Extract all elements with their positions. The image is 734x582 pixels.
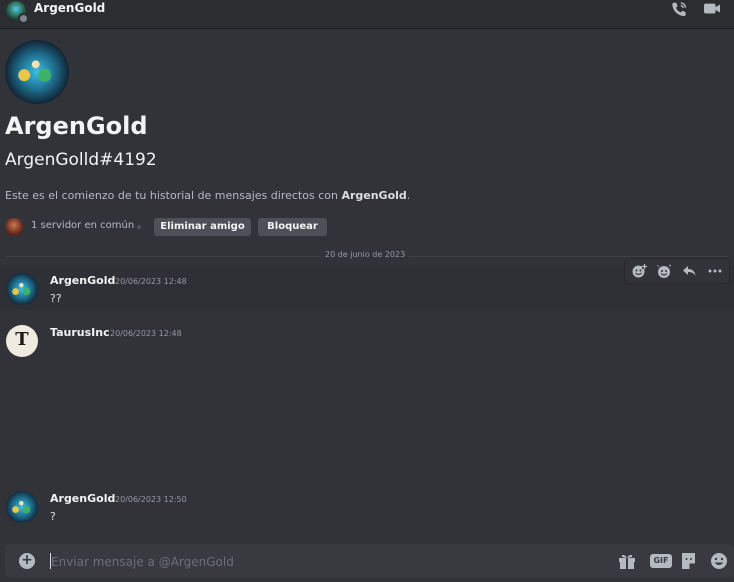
super-reaction-icon[interactable] — [656, 263, 672, 279]
video-call-icon[interactable] — [703, 1, 721, 17]
dm-header: ArgenGold — [0, 0, 734, 29]
sticker-icon[interactable] — [679, 552, 699, 570]
message-timestamp: 20/06/2023 12:50 — [115, 495, 187, 504]
add-attachment-icon[interactable]: + — [19, 553, 35, 569]
separator-dot — [137, 225, 141, 229]
voice-call-icon[interactable] — [670, 1, 688, 17]
gift-icon[interactable] — [617, 552, 637, 570]
reply-icon[interactable] — [681, 263, 697, 279]
message-text: ? — [50, 510, 56, 523]
block-button[interactable]: Bloquear — [258, 218, 327, 236]
date-divider-label: 20 de junio de 2023 — [321, 250, 410, 259]
dm-intro-username: ArgenGold — [341, 189, 407, 202]
dm-intro-suffix: . — [406, 189, 411, 202]
add-reaction-icon[interactable] — [631, 263, 647, 279]
offline-status-icon — [18, 13, 29, 24]
profile-actions-row: 1 servidor en común Eliminar amigo Bloqu… — [5, 217, 405, 237]
remove-friend-button[interactable]: Eliminar amigo — [154, 218, 251, 236]
profile-avatar — [5, 40, 69, 104]
message-composer: + GIF — [5, 544, 734, 578]
message-timestamp: 20/06/2023 12:48 — [115, 277, 187, 286]
message-text: ?? — [50, 292, 62, 305]
dm-intro-text: Este es el comienzo de tu historial de m… — [5, 189, 410, 202]
gif-icon[interactable]: GIF — [650, 554, 672, 568]
message-avatar[interactable]: T — [6, 325, 38, 357]
message-timestamp: 20/06/2023 12:48 — [110, 329, 182, 338]
message-avatar[interactable] — [6, 491, 38, 523]
message-author[interactable]: ArgenGold — [50, 492, 115, 505]
message-author[interactable]: TaurusInc — [50, 326, 110, 339]
message-author[interactable]: ArgenGold — [50, 274, 115, 287]
emoji-icon[interactable] — [709, 552, 729, 570]
text-caret — [50, 553, 51, 569]
more-icon[interactable] — [707, 263, 723, 279]
dm-intro-prefix: Este es el comienzo de tu historial de m… — [5, 189, 342, 202]
profile-name: ArgenGold — [5, 112, 148, 140]
mutual-server-icon[interactable] — [5, 218, 23, 236]
profile-tag: ArgenGolld#4192 — [5, 150, 157, 170]
header-title[interactable]: ArgenGold — [34, 1, 105, 15]
message-input[interactable] — [49, 552, 413, 572]
mutual-servers-link[interactable]: 1 servidor en común — [31, 220, 134, 231]
message-actions-bar — [624, 258, 730, 284]
message-avatar[interactable] — [6, 273, 38, 305]
